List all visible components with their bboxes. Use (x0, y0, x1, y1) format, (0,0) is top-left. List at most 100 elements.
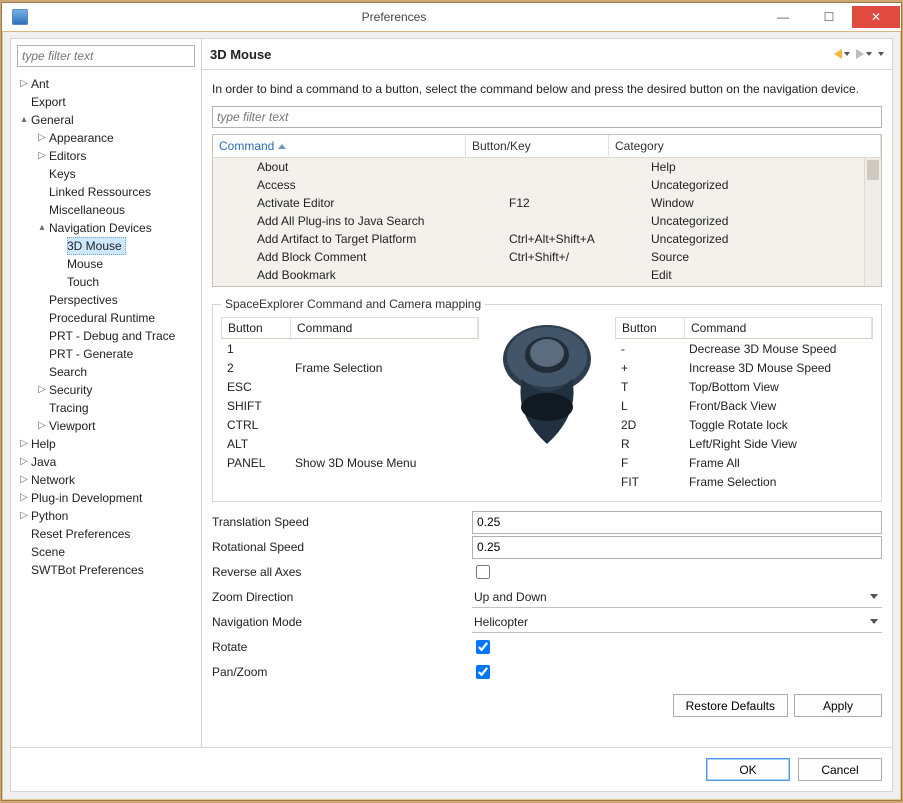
table-row[interactable]: +Increase 3D Mouse Speed (615, 358, 873, 377)
disclosure-icon[interactable]: ▴ (17, 111, 31, 129)
tree-item[interactable]: ▷Ant (13, 75, 201, 93)
col-command[interactable]: Command (213, 135, 466, 157)
table-row[interactable]: 2DToggle Rotate lock (615, 415, 873, 434)
disclosure-icon[interactable]: ▷ (53, 273, 67, 291)
table-row[interactable]: 2Frame Selection (221, 358, 479, 377)
disclosure-icon[interactable]: ▷ (35, 417, 49, 435)
tree-item[interactable]: ▴Navigation Devices (13, 219, 201, 237)
apply-button[interactable]: Apply (794, 694, 882, 717)
disclosure-icon[interactable]: ▷ (35, 345, 49, 363)
tree-item[interactable]: ▷3D Mouse (13, 237, 201, 255)
table-row[interactable]: 1 (221, 339, 479, 358)
nav-forward-button[interactable] (856, 49, 872, 59)
tree-item[interactable]: ▷Perspectives (13, 291, 201, 309)
disclosure-icon[interactable]: ▷ (35, 309, 49, 327)
table-row[interactable]: AboutHelp (213, 158, 881, 176)
rotate-checkbox[interactable] (476, 640, 490, 654)
restore-defaults-button[interactable]: Restore Defaults (673, 694, 788, 717)
disclosure-icon[interactable]: ▷ (35, 147, 49, 165)
disclosure-icon[interactable]: ▷ (17, 561, 31, 579)
ok-button[interactable]: OK (706, 758, 790, 781)
title-bar[interactable]: Preferences — ☐ ✕ (2, 3, 901, 32)
tree-item[interactable]: ▷Linked Ressources (13, 183, 201, 201)
preferences-tree[interactable]: ▷Ant▷Export▴General▷Appearance▷Editors▷K… (11, 73, 201, 747)
tree-item[interactable]: ▷Mouse (13, 255, 201, 273)
disclosure-icon[interactable]: ▷ (17, 471, 31, 489)
tree-item[interactable]: ▷Java (13, 453, 201, 471)
tree-item[interactable]: ▷Python (13, 507, 201, 525)
mapping-right-table[interactable]: Button Command -Decrease 3D Mouse Speed+… (615, 317, 873, 491)
disclosure-icon[interactable]: ▷ (17, 435, 31, 453)
col-button-key[interactable]: Button/Key (466, 135, 609, 157)
disclosure-icon[interactable]: ▷ (53, 255, 67, 273)
tree-item[interactable]: ▷Export (13, 93, 201, 111)
table-row[interactable]: -Decrease 3D Mouse Speed (615, 339, 873, 358)
nav-back-button[interactable] (834, 49, 850, 59)
disclosure-icon[interactable]: ▷ (35, 327, 49, 345)
table-row[interactable]: Add All Plug-ins to Java SearchUncategor… (213, 212, 881, 230)
tree-item[interactable]: ▷Reset Preferences (13, 525, 201, 543)
command-table-header[interactable]: Command Button/Key Category (213, 135, 881, 158)
col-button[interactable]: Button (616, 318, 685, 338)
navigation-mode-select[interactable]: Helicopter (472, 612, 882, 633)
table-row[interactable]: FITFrame Selection (615, 472, 873, 491)
table-row[interactable]: Add BookmarkEdit (213, 266, 881, 284)
translation-speed-input[interactable] (472, 511, 882, 534)
mapping-left-table[interactable]: Button Command 12Frame SelectionESCSHIFT… (221, 317, 479, 491)
disclosure-icon[interactable]: ▷ (35, 129, 49, 147)
tree-item[interactable]: ▴General (13, 111, 201, 129)
scroll-thumb[interactable] (867, 160, 879, 180)
table-row[interactable]: LFront/Back View (615, 396, 873, 415)
disclosure-icon[interactable]: ▷ (17, 93, 31, 111)
tree-item[interactable]: ▷PRT - Generate (13, 345, 201, 363)
command-table[interactable]: Command Button/Key Category AboutHelpAcc… (212, 134, 882, 287)
tree-item[interactable]: ▷Security (13, 381, 201, 399)
disclosure-icon[interactable]: ▷ (35, 291, 49, 309)
close-button[interactable]: ✕ (852, 6, 900, 28)
tree-item[interactable]: ▷Viewport (13, 417, 201, 435)
tree-item[interactable]: ▷Touch (13, 273, 201, 291)
tree-item[interactable]: ▷Scene (13, 543, 201, 561)
col-category[interactable]: Category (609, 135, 881, 157)
scrollbar[interactable] (864, 158, 881, 286)
table-row[interactable]: Add Block CommentCtrl+Shift+/Source (213, 248, 881, 266)
table-row[interactable]: RLeft/Right Side View (615, 434, 873, 453)
tree-item[interactable]: ▷Keys (13, 165, 201, 183)
disclosure-icon[interactable]: ▷ (17, 489, 31, 507)
disclosure-icon[interactable]: ▷ (35, 363, 49, 381)
disclosure-icon[interactable]: ▴ (35, 219, 49, 237)
page-menu-button[interactable] (878, 52, 884, 56)
disclosure-icon[interactable]: ▷ (17, 543, 31, 561)
disclosure-icon[interactable]: ▷ (35, 201, 49, 219)
table-row[interactable]: TTop/Bottom View (615, 377, 873, 396)
disclosure-icon[interactable]: ▷ (35, 399, 49, 417)
rotational-speed-input[interactable] (472, 536, 882, 559)
disclosure-icon[interactable]: ▷ (17, 507, 31, 525)
command-filter-input[interactable] (212, 106, 882, 128)
table-row[interactable]: SHIFT (221, 396, 479, 415)
panzoom-checkbox[interactable] (476, 665, 490, 679)
table-row[interactable]: Activate EditorF12Window (213, 194, 881, 212)
disclosure-icon[interactable]: ▷ (53, 237, 67, 255)
disclosure-icon[interactable]: ▷ (35, 165, 49, 183)
sidebar-filter-input[interactable] (17, 45, 195, 67)
tree-item[interactable]: ▷Help (13, 435, 201, 453)
table-row[interactable]: PANELShow 3D Mouse Menu (221, 453, 479, 472)
disclosure-icon[interactable]: ▷ (35, 183, 49, 201)
disclosure-icon[interactable]: ▷ (17, 453, 31, 471)
disclosure-icon[interactable]: ▷ (17, 75, 31, 93)
tree-item[interactable]: ▷PRT - Debug and Trace (13, 327, 201, 345)
table-row[interactable]: FFrame All (615, 453, 873, 472)
col-command[interactable]: Command (291, 318, 478, 338)
cancel-button[interactable]: Cancel (798, 758, 882, 781)
minimize-button[interactable]: — (760, 6, 806, 28)
tree-item[interactable]: ▷Procedural Runtime (13, 309, 201, 327)
tree-item[interactable]: ▷SWTBot Preferences (13, 561, 201, 579)
zoom-direction-select[interactable]: Up and Down (472, 587, 882, 608)
reverse-axes-checkbox[interactable] (476, 565, 490, 579)
table-row[interactable]: ALT (221, 434, 479, 453)
disclosure-icon[interactable]: ▷ (17, 525, 31, 543)
col-command[interactable]: Command (685, 318, 872, 338)
tree-item[interactable]: ▷Tracing (13, 399, 201, 417)
table-row[interactable]: CTRL (221, 415, 479, 434)
